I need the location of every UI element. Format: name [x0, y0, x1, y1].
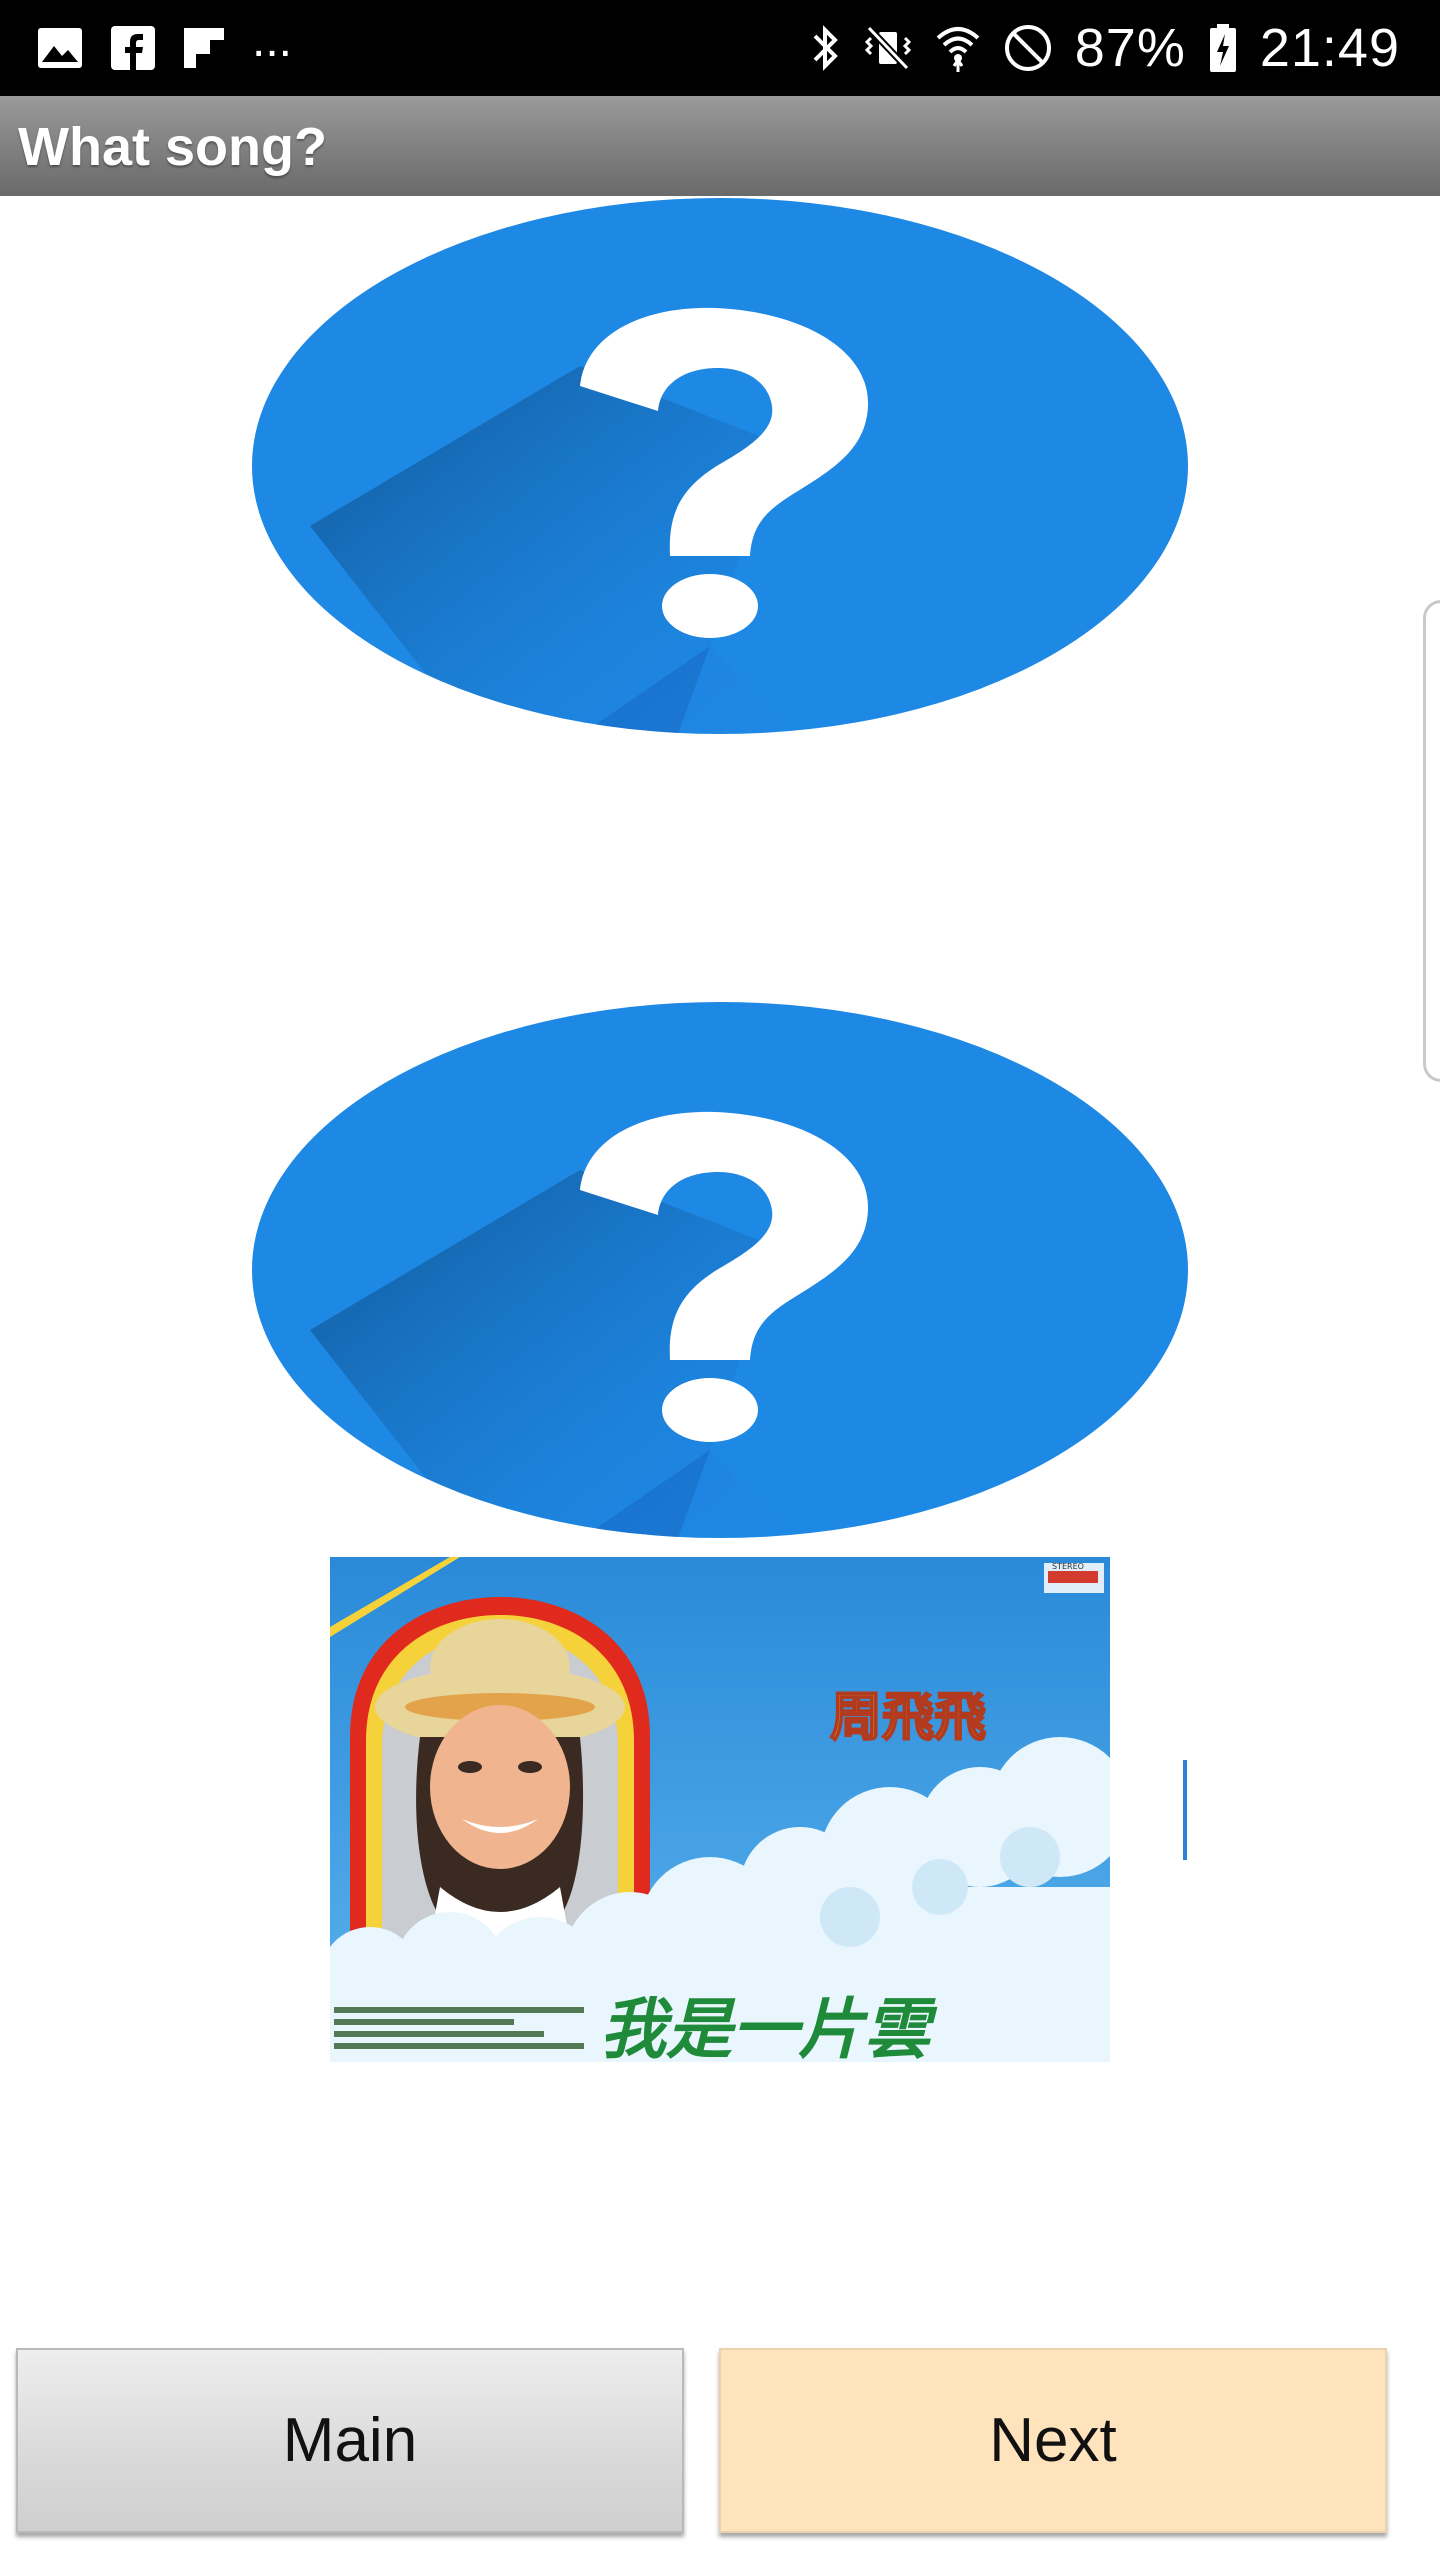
image-icon: [36, 26, 84, 70]
album-artist: 周飛飛: [830, 1688, 986, 1748]
flipboard-icon: [182, 26, 226, 70]
stereo-label: STEREO: [1052, 1562, 1084, 1571]
action-bar: What song?: [0, 96, 1440, 196]
status-bar-notifications: ...: [36, 14, 292, 78]
facebook-icon: [110, 25, 156, 71]
page-title: What song?: [18, 117, 327, 177]
status-bar-system: 87% 21:49: [811, 18, 1400, 78]
hidden-song-tile-1[interactable]: [250, 196, 1190, 736]
clock: 21:49: [1259, 18, 1400, 78]
battery-percent: 87%: [1074, 18, 1186, 78]
album-title: 我是一片雲: [600, 1991, 938, 2062]
battery-charging-icon: [1208, 22, 1238, 74]
edge-panel-handle[interactable]: [1423, 600, 1440, 1082]
album-edge-sliver: [1183, 1760, 1187, 1860]
next-button[interactable]: Next: [719, 2348, 1387, 2533]
main-button[interactable]: Main: [16, 2348, 684, 2533]
question-mark-icon: [252, 1002, 1188, 1538]
album-cover[interactable]: STEREO 周飛飛 我是一片雲: [330, 1557, 1110, 2062]
bluetooth-icon: [811, 22, 841, 74]
question-mark-icon: [252, 198, 1188, 734]
wifi-icon: [935, 22, 981, 74]
do-not-disturb-icon: [1003, 23, 1053, 73]
hidden-song-tile-2[interactable]: [250, 1000, 1190, 1540]
more-notifications: ...: [252, 13, 293, 67]
vibrate-mute-icon: [863, 22, 913, 74]
status-bar: ... 87% 21:49: [0, 0, 1440, 96]
